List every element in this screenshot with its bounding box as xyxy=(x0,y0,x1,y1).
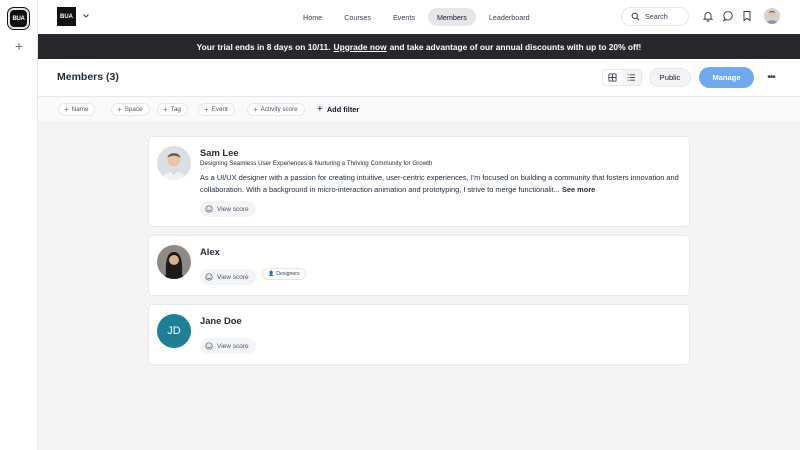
plus-icon: + xyxy=(253,105,258,114)
filter-chip-name[interactable]: + Name xyxy=(58,103,96,116)
filter-chip-label: Space xyxy=(124,106,143,113)
brand-logo[interactable]: BUA xyxy=(57,7,76,26)
filter-chip-event[interactable]: + Event xyxy=(198,103,235,116)
member-name[interactable]: Alex xyxy=(200,246,220,257)
view-toggle xyxy=(602,69,642,86)
view-score-button[interactable]: View score xyxy=(200,269,256,285)
filter-chip-label: Event xyxy=(211,106,228,113)
member-card-sam-lee[interactable]: Sam Lee Designing Seamless User Experien… xyxy=(148,136,690,227)
grid-view-icon[interactable] xyxy=(603,70,622,85)
avatar[interactable] xyxy=(157,245,191,279)
filter-bar: + Name + Space + Tag + Event + Activity score… xyxy=(38,97,800,123)
chevron-down-icon[interactable] xyxy=(81,10,91,22)
plus-icon: + xyxy=(163,105,168,114)
nav-home[interactable]: Home xyxy=(294,8,331,26)
smile-icon xyxy=(205,273,213,281)
nav-leaderboard[interactable]: Leaderboard xyxy=(480,8,539,26)
user-avatar[interactable] xyxy=(764,8,780,24)
main-nav: Home Courses Events Members Leaderboard xyxy=(294,8,539,26)
bookmark-icon[interactable] xyxy=(741,10,753,22)
nav-members[interactable]: Members xyxy=(427,8,476,26)
avatar[interactable] xyxy=(157,146,191,180)
add-workspace-icon[interactable]: + xyxy=(12,39,26,53)
avatar[interactable]: JD xyxy=(157,314,191,348)
trial-banner: Your trial ends in 8 days on 10/11. Upgr… xyxy=(38,34,800,59)
view-score-button[interactable]: View score xyxy=(200,201,256,217)
more-options-icon[interactable]: ••• xyxy=(762,69,780,86)
member-bio: As a UI/UX designer with a passion for c… xyxy=(200,172,682,195)
see-more-link[interactable]: See more xyxy=(562,185,595,194)
filter-chip-space[interactable]: + Space xyxy=(111,103,150,116)
plus-icon: + xyxy=(64,105,69,114)
bell-icon[interactable] xyxy=(702,10,714,22)
nav-events[interactable]: Events xyxy=(384,8,424,26)
filter-chip-activity-score[interactable]: + Activity score xyxy=(247,103,305,116)
search-label: Search xyxy=(645,12,668,21)
member-name[interactable]: Sam Lee xyxy=(200,147,239,158)
smile-icon xyxy=(205,205,213,213)
add-filter-button[interactable]: + Add filter xyxy=(317,103,359,116)
search-icon xyxy=(631,12,640,21)
top-nav: BUA Home Courses Events Members Leaderbo… xyxy=(38,0,800,34)
list-view-icon[interactable] xyxy=(622,70,641,85)
manage-button[interactable]: Manage xyxy=(699,67,754,88)
view-score-label: View score xyxy=(217,205,249,213)
tag-label: Designers xyxy=(276,271,300,277)
filter-chip-label: Name xyxy=(71,106,89,113)
smile-icon xyxy=(205,342,213,350)
view-score-button[interactable]: View score xyxy=(200,338,256,354)
banner-text: Your trial ends in 8 days on 10/11. xyxy=(196,41,331,52)
tag-emoji-icon: 👤 xyxy=(268,271,275,277)
plus-icon: + xyxy=(117,105,122,114)
member-tag-badge[interactable]: 👤 Designers xyxy=(262,268,306,280)
view-score-label: View score xyxy=(217,273,249,281)
member-card-alex[interactable]: Alex View score 👤 Designers xyxy=(148,235,690,296)
bio-text: As a UI/UX designer with a passion for c… xyxy=(200,173,679,194)
search-button[interactable]: Search xyxy=(621,7,689,26)
member-card-jane-doe[interactable]: JD Jane Doe View score xyxy=(148,304,690,365)
plus-icon: + xyxy=(317,104,323,115)
upgrade-link[interactable]: Upgrade now xyxy=(334,42,387,52)
plus-icon: + xyxy=(204,105,209,114)
nav-courses[interactable]: Courses xyxy=(335,8,380,26)
view-score-label: View score xyxy=(217,342,249,350)
add-filter-label: Add filter xyxy=(326,105,360,114)
public-button[interactable]: Public xyxy=(649,68,691,87)
filter-chip-label: Activity score xyxy=(260,106,298,113)
member-name[interactable]: Jane Doe xyxy=(200,315,242,326)
page-title: Members (3) xyxy=(57,71,119,83)
page-header: Members (3) Public Manage ••• xyxy=(38,59,800,97)
left-rail: BUA + xyxy=(0,0,38,450)
chat-icon[interactable] xyxy=(722,10,734,22)
member-tagline: Designing Seamless User Experiences & Nu… xyxy=(200,160,433,167)
workspace-logo[interactable]: BUA xyxy=(7,7,30,30)
filter-chip-label: Tag xyxy=(170,106,181,113)
banner-suffix: and take advantage of our annual discoun… xyxy=(389,41,642,52)
filter-chip-tag[interactable]: + Tag xyxy=(157,103,188,116)
